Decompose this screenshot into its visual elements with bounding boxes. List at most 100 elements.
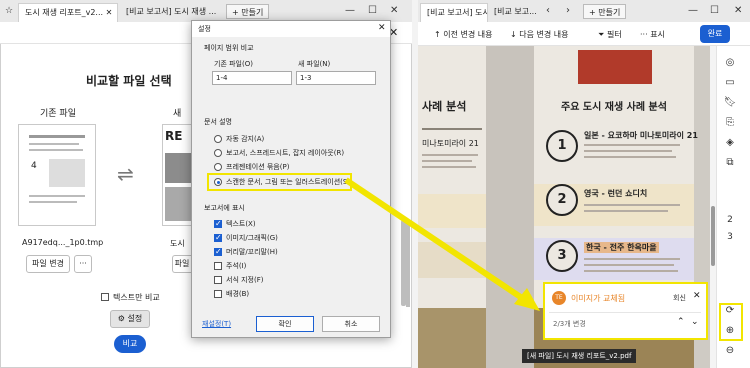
change-count: 2/3개 변경 xyxy=(553,320,586,328)
new-page-title: 주요 도시 재생 사례 분석 xyxy=(561,102,667,113)
change-new-file-button[interactable]: 파일 xyxy=(172,255,191,273)
new-tab-button[interactable]: + 만들기 xyxy=(583,4,627,19)
compare-button[interactable]: 비교 xyxy=(114,335,146,353)
new-range-input[interactable]: 1-3 xyxy=(296,71,376,85)
new-file-thumbnail[interactable]: RE xyxy=(162,124,192,226)
report-layout-label: 보고서, 스프레드시트, 잡지 레이아웃(R) xyxy=(226,149,345,157)
background-checkbox[interactable] xyxy=(214,290,222,298)
tab-label: [비교 보고서] 도시 재... xyxy=(427,8,487,17)
next-change-label: 다음 변경 내용 xyxy=(519,30,569,39)
change-type-icon: TE xyxy=(552,291,566,305)
item-title: 한국 - 전주 한옥마을 xyxy=(584,242,659,253)
settings-button[interactable]: ⚙ 설정 xyxy=(110,310,150,328)
new-tab-label: 만들기 xyxy=(241,8,264,17)
image-checkbox[interactable] xyxy=(214,233,222,242)
done-button[interactable]: 완료 xyxy=(700,25,730,43)
tab-label: 도시 재생 리포트_v2... xyxy=(25,8,104,17)
tab-label: [비교 보고서] 도시 재생 ... xyxy=(126,7,217,16)
formatting-label: 서식 지정(F) xyxy=(226,276,264,284)
close-icon[interactable]: ✕ xyxy=(378,23,386,33)
show-title: 보고서에 표시 xyxy=(204,204,245,212)
annotation-checkbox[interactable] xyxy=(214,262,222,270)
show-label: 표시 xyxy=(650,30,665,39)
original-page-title: 사례 분석 xyxy=(422,100,467,113)
presentation-radio[interactable] xyxy=(214,163,222,171)
tab-compare-report[interactable]: [비교 보고서] 도시 재... xyxy=(420,3,488,22)
chevron-left-icon[interactable]: ‹ xyxy=(546,5,550,16)
attachment-icon[interactable]: ⎘ xyxy=(723,117,737,131)
minimize-icon[interactable]: — xyxy=(345,5,355,16)
next-change-button[interactable]: ↓ 다음 변경 내용 xyxy=(510,29,569,40)
item-title: 영국 - 런던 쇼디치 xyxy=(584,189,648,198)
pages-icon[interactable]: ▭ xyxy=(723,77,737,91)
swap-arrows-icon[interactable]: ⇌ xyxy=(117,162,134,186)
thumbnail-heading: RE xyxy=(165,129,183,143)
compare-toolbar: ↑ 이전 변경 내용 ↓ 다음 변경 내용 ⏷ 필터 ··· 표시 완료 xyxy=(418,22,750,46)
compare-icon[interactable]: ⧉ xyxy=(723,157,737,171)
sidebar-highlight-box xyxy=(719,303,743,341)
arrow-down-icon: ↓ xyxy=(510,30,517,39)
original-file-thumbnail[interactable]: 4 xyxy=(18,124,96,226)
close-icon[interactable]: ✕ xyxy=(693,291,701,301)
image-label: 이미지/그래픽(G) xyxy=(226,234,278,242)
close-window-icon[interactable]: ✕ xyxy=(390,5,398,16)
previous-change-button[interactable]: ↑ 이전 변경 내용 xyxy=(434,29,493,40)
maximize-icon[interactable]: ☐ xyxy=(368,5,377,16)
show-button[interactable]: ··· 표시 xyxy=(640,29,665,40)
page-range-title: 페이지 범위 비교 xyxy=(204,44,254,52)
close-icon[interactable]: ✕ xyxy=(106,8,113,17)
change-original-file-button[interactable]: 파일 변경 xyxy=(26,255,70,273)
original-range-label: 기존 파일(O) xyxy=(214,60,253,68)
reply-link[interactable]: 회신 xyxy=(673,293,686,303)
filter-button[interactable]: ⏷ 필터 xyxy=(598,29,622,40)
auto-detect-radio[interactable] xyxy=(214,135,222,143)
chevron-right-icon[interactable]: › xyxy=(566,5,570,16)
sticker-icon[interactable]: ◎ xyxy=(723,57,737,71)
text-only-checkbox[interactable] xyxy=(101,293,109,301)
original-filename: A917edq..._1p0.tmp xyxy=(22,238,104,247)
reset-link[interactable]: 재설정(T) xyxy=(202,319,231,329)
minimize-icon[interactable]: — xyxy=(688,5,698,16)
close-window-icon[interactable]: ✕ xyxy=(734,5,742,16)
item-number: 2 xyxy=(546,184,578,216)
maximize-icon[interactable]: ☐ xyxy=(710,5,719,16)
dialog-title: 설정 xyxy=(198,25,211,33)
page-count-button[interactable]: 3 xyxy=(723,232,737,246)
text-checkbox[interactable] xyxy=(214,219,222,228)
formatting-checkbox[interactable] xyxy=(214,276,222,284)
chevron-up-icon[interactable]: ⌃ xyxy=(677,317,685,327)
ok-button[interactable]: 확인 xyxy=(256,316,314,332)
more-options-button[interactable]: ··· xyxy=(74,255,92,273)
tab-report-2[interactable]: [비교 보고... xyxy=(488,3,538,22)
header-footer-checkbox[interactable] xyxy=(214,247,222,256)
auto-detect-label: 자동 감지(A) xyxy=(226,135,265,143)
new-tab-label: 만들기 xyxy=(598,8,621,17)
presentation-label: 프레젠테이션 묶음(P) xyxy=(226,163,290,171)
arrow-annotation xyxy=(344,177,540,311)
bookmark-icon[interactable]: 🔖︎ xyxy=(723,97,737,111)
chevron-down-icon[interactable]: ⌄ xyxy=(691,317,699,327)
star-icon[interactable]: ☆ xyxy=(5,6,13,16)
zoom-out-icon[interactable]: ⊖ xyxy=(723,345,737,359)
scanned-doc-radio[interactable] xyxy=(214,178,222,186)
more-icon: ··· xyxy=(640,30,648,39)
original-range-input[interactable]: 1-4 xyxy=(212,71,292,85)
doc-desc-title: 문서 설명 xyxy=(204,118,232,126)
page-number-button[interactable]: 2 xyxy=(723,215,737,229)
previous-change-label: 이전 변경 내용 xyxy=(443,30,493,39)
original-file-label: 기존 파일 xyxy=(40,109,76,119)
new-tab-button[interactable]: + 만들기 xyxy=(226,4,270,19)
notification-title: 이미지가 교체됨 xyxy=(571,294,626,303)
text-only-label: 텍스트만 비교 xyxy=(113,293,160,302)
change-notification[interactable]: TE 이미지가 교체됨 회신 ✕ 2/3개 변경 ⌃ ⌄ xyxy=(543,282,708,340)
scanned-doc-label: 스캔한 문서, 그림 또는 일러스트레이션(S) xyxy=(226,178,351,186)
layers-icon[interactable]: ◈ xyxy=(723,137,737,151)
dialog-titlebar: 설정 ✕ xyxy=(192,21,390,37)
page-number: 4 xyxy=(31,161,37,171)
right-tab-bar: [비교 보고서] 도시 재... [비교 보고... ‹ › + 만들기 — ☐… xyxy=(418,0,750,22)
filter-label: 필터 xyxy=(606,30,622,39)
filter-icon: ⏷ xyxy=(598,30,605,39)
report-layout-radio[interactable] xyxy=(214,149,222,157)
tab-original[interactable]: 도시 재생 리포트_v2... ✕ xyxy=(18,3,118,22)
new-range-label: 새 파일(N) xyxy=(298,60,331,68)
